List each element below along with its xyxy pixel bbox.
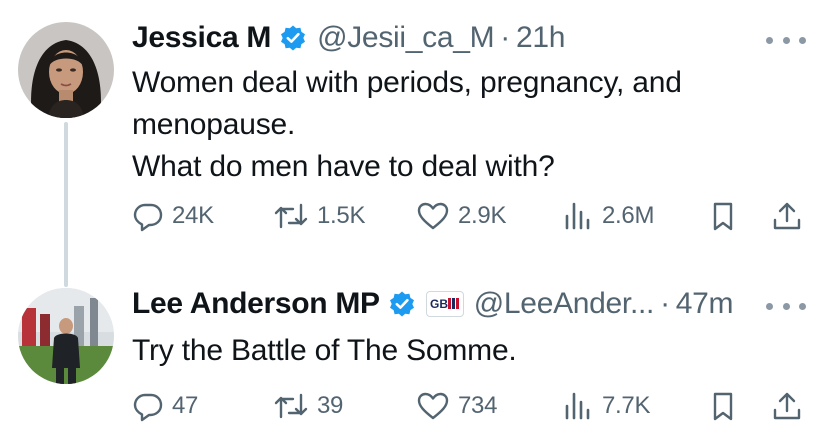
tweet-text-line: Try the Battle of The Somme.	[132, 334, 517, 367]
gbnews-affiliate-badge[interactable]: GB	[425, 291, 464, 317]
views-button[interactable]: 7.7K	[562, 386, 650, 426]
reply-icon	[132, 390, 164, 422]
views-icon	[562, 200, 594, 232]
tweet-text-line: menopause.	[132, 108, 296, 141]
like-button[interactable]: 734	[416, 386, 497, 426]
share-icon	[770, 390, 804, 422]
reply-button[interactable]: 24K	[132, 196, 214, 236]
views-count: 7.7K	[602, 392, 651, 419]
author-name[interactable]: Jessica M	[132, 20, 271, 56]
like-count: 734	[458, 392, 498, 419]
bookmark-icon	[707, 200, 739, 232]
like-button[interactable]: 2.9K	[416, 196, 506, 236]
author-handle[interactable]: @Jesii_ca_M	[317, 20, 495, 56]
bookmark-button[interactable]	[707, 386, 739, 426]
views-icon	[562, 390, 594, 422]
separator-dot: ·	[660, 287, 670, 320]
tweet-text: Women deal with periods, pregnancy, and …	[132, 62, 782, 188]
action-bar: 47 39 734 7.7K	[132, 386, 807, 426]
retweet-count: 39	[317, 392, 344, 419]
affiliate-badge-text: GB	[430, 297, 448, 311]
reply-count: 47	[172, 392, 199, 419]
tweet-text: Try the Battle of The Somme.	[132, 330, 782, 372]
verified-badge-icon	[279, 24, 307, 52]
author-handle[interactable]: @LeeAnder...	[474, 286, 655, 322]
like-icon	[416, 200, 450, 232]
retweet-button[interactable]: 1.5K	[273, 196, 365, 236]
reply-icon	[132, 200, 164, 232]
reply-count: 24K	[172, 202, 214, 229]
tweet-header: Lee Anderson MP GB @LeeAnder... · 47m	[132, 286, 734, 322]
separator-dot: ·	[500, 21, 510, 54]
verified-badge-icon	[388, 290, 416, 318]
timestamp[interactable]: 47m	[676, 286, 734, 322]
retweet-count: 1.5K	[317, 202, 366, 229]
more-icon[interactable]	[766, 34, 806, 46]
tweet-header: Jessica M @Jesii_ca_M · 21h	[132, 20, 565, 56]
tweet-lee-anderson[interactable]: Lee Anderson MP GB @LeeAnder... · 47m Tr…	[0, 270, 828, 435]
tweet-text-line: Women deal with periods, pregnancy, and	[132, 66, 682, 99]
avatar[interactable]	[18, 22, 114, 118]
timestamp[interactable]: 21h	[516, 20, 565, 56]
more-icon[interactable]	[766, 300, 806, 312]
tweet-jessica[interactable]: Jessica M @Jesii_ca_M · 21h Women deal w…	[0, 0, 828, 265]
views-button[interactable]: 2.6M	[562, 196, 654, 236]
bookmark-icon	[707, 390, 739, 422]
reply-button[interactable]: 47	[132, 386, 198, 426]
like-icon	[416, 390, 450, 422]
share-icon	[770, 200, 804, 232]
like-count: 2.9K	[458, 202, 507, 229]
share-button[interactable]	[770, 196, 804, 236]
action-bar: 24K 1.5K 2.9K 2.6M	[132, 196, 807, 236]
views-count: 2.6M	[602, 202, 655, 229]
bookmark-button[interactable]	[707, 196, 739, 236]
retweet-button[interactable]: 39	[273, 386, 343, 426]
retweet-icon	[273, 200, 309, 232]
share-button[interactable]	[770, 386, 804, 426]
tweet-text-line: What do men have to deal with?	[132, 150, 555, 183]
avatar[interactable]	[18, 288, 114, 384]
author-name[interactable]: Lee Anderson MP	[132, 286, 380, 322]
retweet-icon	[273, 390, 309, 422]
